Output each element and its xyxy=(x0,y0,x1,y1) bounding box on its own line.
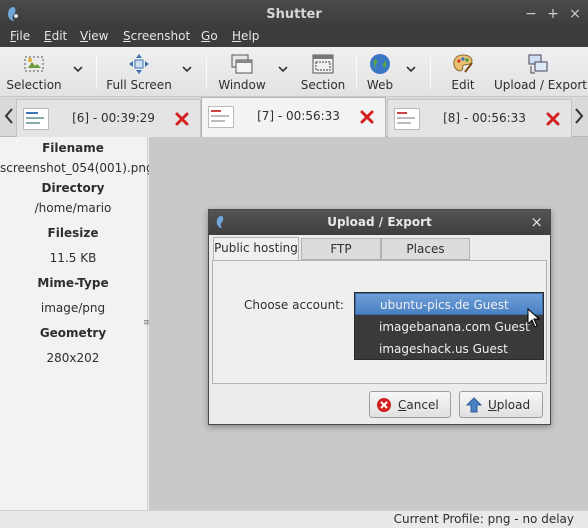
window-title: Shutter xyxy=(266,7,322,22)
paint-palette-icon xyxy=(453,54,473,73)
dialog-titlebar: Upload / Export × xyxy=(209,210,550,235)
chevron-right-icon[interactable] xyxy=(573,107,585,125)
chevron-down-icon[interactable] xyxy=(72,63,84,75)
upload-label: Upload xyxy=(488,398,531,412)
close-dialog-icon[interactable]: × xyxy=(530,213,543,231)
cancel-button[interactable]: Cancel xyxy=(369,391,451,418)
tab-screenshot-8[interactable]: [8] - 00:56:33 xyxy=(387,99,572,137)
tab-thumbnail xyxy=(394,108,420,130)
tab-screenshot-6[interactable]: [6] - 00:39:29 xyxy=(16,99,201,137)
close-tab-icon[interactable] xyxy=(545,111,561,127)
upload-button[interactable]: Upload xyxy=(459,391,543,418)
selection-button[interactable]: Selection xyxy=(6,50,62,94)
chevron-left-icon[interactable] xyxy=(3,107,15,125)
cancel-icon xyxy=(377,398,391,412)
chevron-down-icon[interactable] xyxy=(181,63,193,75)
screenshot-info-panel: Filename screenshot_054(001).png Directo… xyxy=(0,137,154,510)
directory-label: Directory xyxy=(41,181,105,195)
tab-label: [8] - 00:56:33 xyxy=(443,111,526,125)
selection-icon xyxy=(24,56,44,72)
full-screen-button[interactable]: Full Screen xyxy=(106,50,172,94)
section-button[interactable]: Section xyxy=(300,50,346,94)
maximize-icon[interactable]: + xyxy=(546,6,560,22)
session-tab-bar: [6] - 00:39:29 [7] - 00:56:33 [8] - 00:5… xyxy=(0,97,588,137)
menu-edit[interactable]: Edit xyxy=(44,29,67,43)
web-label: Web xyxy=(366,78,394,92)
upload-arrow-icon xyxy=(466,397,482,413)
directory-value: /home/mario xyxy=(34,201,112,215)
filename-label: Filename xyxy=(42,141,104,155)
menu-help[interactable]: Help xyxy=(232,29,259,43)
filesize-value: 11.5 KB xyxy=(49,251,97,265)
geometry-value: 280x202 xyxy=(46,351,100,365)
tab-public-hosting[interactable]: Public hosting xyxy=(213,237,299,261)
minimize-icon[interactable]: − xyxy=(524,6,538,22)
menu-bar: File Edit View Screenshot Go Help xyxy=(0,29,588,47)
choose-account-label: Choose account: xyxy=(244,298,344,312)
globe-icon xyxy=(370,54,390,74)
account-option[interactable]: imageshack.us Guest xyxy=(355,338,543,360)
toolbar-separator xyxy=(96,55,97,89)
tab-thumbnail xyxy=(208,106,234,128)
status-bar: Current Profile: png - no delay xyxy=(0,510,588,528)
close-tab-icon[interactable] xyxy=(174,111,190,127)
chevron-down-icon[interactable] xyxy=(405,63,417,75)
mimetype-label: Mime-Type xyxy=(37,276,109,290)
web-button[interactable]: Web xyxy=(362,50,398,94)
close-tab-icon[interactable] xyxy=(359,109,375,125)
section-label: Section xyxy=(300,78,346,92)
network-computer-icon xyxy=(528,54,548,74)
account-option[interactable]: ubuntu-pics.de Guest xyxy=(355,293,543,315)
tab-thumbnail xyxy=(23,108,49,130)
filename-value: screenshot_054(001).png xyxy=(0,161,154,175)
edit-button[interactable]: Edit xyxy=(446,50,480,94)
edit-label: Edit xyxy=(451,78,475,92)
section-icon xyxy=(312,54,334,74)
menu-screenshot[interactable]: Screenshot xyxy=(123,29,190,43)
tab-label: [6] - 00:39:29 xyxy=(72,111,155,125)
window-icon xyxy=(231,54,253,74)
status-text: Current Profile: png - no delay xyxy=(393,512,574,526)
window-label: Window xyxy=(218,78,266,92)
toolbar-separator xyxy=(206,55,207,89)
window-button[interactable]: Window xyxy=(216,50,268,94)
chevron-down-icon[interactable] xyxy=(277,63,289,75)
upload-export-button[interactable]: Upload / Export xyxy=(494,50,587,94)
tab-screenshot-7[interactable]: [7] - 00:56:33 xyxy=(201,97,386,137)
tab-ftp[interactable]: FTP xyxy=(301,238,381,260)
account-option[interactable]: imagebanana.com Guest xyxy=(355,316,543,338)
full-screen-label: Full Screen xyxy=(106,78,172,92)
mouse-pointer-icon xyxy=(527,308,541,328)
toolbar-separator xyxy=(430,55,431,89)
tab-label: [7] - 00:56:33 xyxy=(257,109,340,123)
menu-file[interactable]: File xyxy=(10,29,30,43)
filesize-label: Filesize xyxy=(47,226,99,240)
dialog-title: Upload / Export xyxy=(327,215,432,229)
upload-export-label: Upload / Export xyxy=(494,78,587,92)
close-window-icon[interactable]: × xyxy=(568,6,582,22)
tab-places[interactable]: Places xyxy=(381,238,470,260)
mimetype-value: image/png xyxy=(40,301,106,315)
account-dropdown-list[interactable]: ubuntu-pics.de Guest imagebanana.com Gue… xyxy=(354,292,544,360)
full-screen-icon xyxy=(129,54,149,74)
public-hosting-panel: Choose account: ubuntu-pics.de Guest ima… xyxy=(212,260,547,384)
cancel-label: Cancel xyxy=(398,398,439,412)
selection-label: Selection xyxy=(6,78,62,92)
menu-view[interactable]: View xyxy=(80,29,108,43)
window-titlebar: Shutter − + × xyxy=(0,0,588,29)
geometry-label: Geometry xyxy=(39,326,107,340)
menu-go[interactable]: Go xyxy=(201,29,218,43)
upload-export-dialog: Upload / Export × Public hosting FTP Pla… xyxy=(208,209,551,425)
toolbar-separator xyxy=(356,55,357,89)
main-toolbar: Selection Full Screen Window Section Web… xyxy=(0,47,588,97)
